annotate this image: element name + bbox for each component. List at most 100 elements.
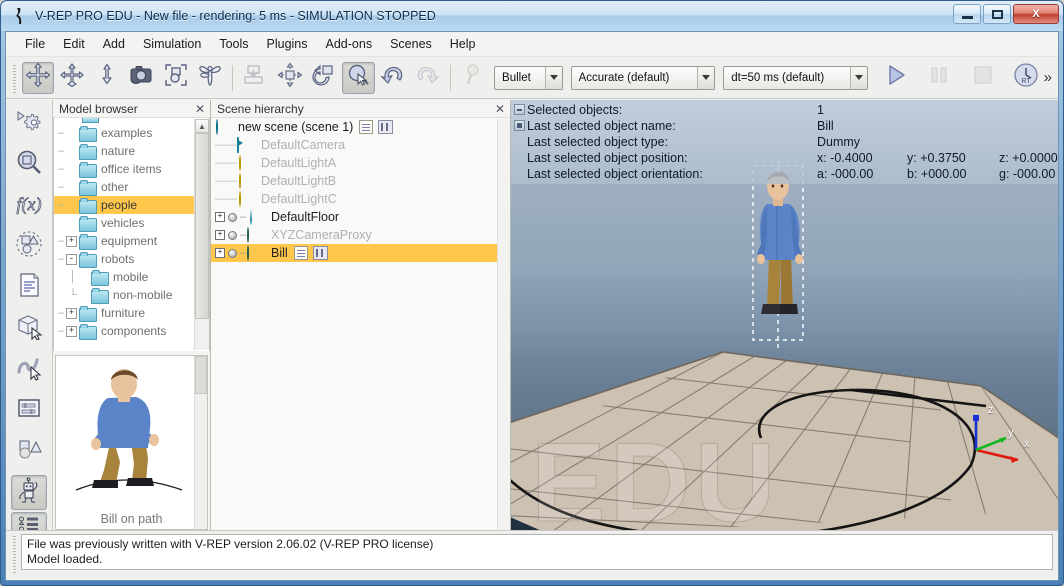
menu-item-simulation[interactable]: Simulation (134, 34, 210, 54)
menu-item-add-ons[interactable]: Add-ons (317, 34, 382, 54)
info-expand-toggle[interactable] (514, 120, 525, 131)
tree-item-non-mobile[interactable]: └ non-mobile (54, 286, 209, 304)
visibility-dot-icon[interactable] (228, 212, 237, 222)
start-simulation-button[interactable] (880, 62, 912, 94)
scrollbar-thumb[interactable] (195, 356, 207, 394)
hierarchy-item-defaultlighta[interactable]: —— DefaultLightA (211, 154, 510, 172)
path-edit-button[interactable] (11, 352, 47, 387)
model-preview-pane[interactable]: Bill on path (55, 355, 208, 530)
collection-button[interactable] (11, 229, 47, 264)
realtime-mode-button[interactable]: RT (1010, 62, 1042, 94)
minimize-button[interactable] (953, 4, 981, 24)
pause-simulation-button[interactable] (923, 62, 955, 94)
dialog-button[interactable] (11, 393, 47, 428)
object-rotate-button[interactable] (56, 62, 88, 94)
expander-icon[interactable]: + (215, 212, 225, 222)
model-browser-tree[interactable]: – examples – nature – office items – oth… (53, 118, 210, 351)
model-browser-toggle-button[interactable] (11, 475, 47, 510)
menu-item-help[interactable]: Help (441, 34, 485, 54)
3d-viewport[interactable]: EDU (511, 100, 1058, 530)
model-preview-scrollbar[interactable] (194, 356, 207, 529)
hierarchy-item-defaultlightc[interactable]: —— DefaultLightC (211, 190, 510, 208)
tree-item-components[interactable]: – + components (54, 322, 209, 340)
tree-item-equipment[interactable]: – + equipment (54, 232, 209, 250)
hierarchy-item-bill[interactable]: + – Bill (211, 244, 510, 262)
close-button[interactable]: X (1013, 4, 1059, 24)
maximize-button[interactable] (983, 4, 1011, 24)
scripts-button[interactable] (11, 270, 47, 305)
tree-item-robots[interactable]: – - robots (54, 250, 209, 268)
info-collapse-toggle[interactable] (514, 104, 525, 115)
menu-item-add[interactable]: Add (94, 34, 134, 54)
close-icon[interactable]: ✕ (192, 102, 208, 116)
main-script-icon[interactable] (359, 120, 374, 134)
tree-item-nature[interactable]: – nature (54, 142, 209, 160)
fly-camera-button[interactable] (194, 62, 226, 94)
info-value-a: a: -000.00 (817, 167, 874, 181)
menu-item-tools[interactable]: Tools (210, 34, 257, 54)
main-body: f(x) Model browser ✕ – examples – nature… (6, 100, 1058, 547)
visibility-dot-icon[interactable] (228, 248, 237, 258)
close-icon[interactable]: ✕ (492, 102, 508, 116)
hierarchy-item-xyzcameraproxy[interactable]: + – XYZCameraProxy (211, 226, 510, 244)
scrollbar-thumb[interactable] (195, 133, 209, 319)
model-browser-scrollbar[interactable]: ▲ (194, 119, 209, 350)
undo-button[interactable] (377, 62, 409, 94)
camera-shift-button[interactable] (91, 62, 123, 94)
child-script-icon[interactable] (293, 246, 308, 260)
object-shift-button[interactable] (21, 61, 55, 94)
status-bar-grip[interactable] (11, 534, 18, 574)
status-message-box[interactable]: File was previously written with V-REP v… (21, 534, 1053, 570)
menu-item-file[interactable]: File (16, 34, 54, 54)
tree-item-other[interactable]: – other (54, 178, 209, 196)
menu-item-edit[interactable]: Edit (54, 34, 94, 54)
redo-button[interactable] (411, 62, 443, 94)
tree-item-mobile[interactable]: │ mobile (54, 268, 209, 286)
menu-item-plugins[interactable]: Plugins (258, 34, 317, 54)
bill-model-3d[interactable] (743, 160, 823, 350)
tree-item-people[interactable]: – people (54, 196, 209, 214)
tree-item-vehicles[interactable]: vehicles (54, 214, 209, 232)
physics-engine-select[interactable]: Bullet (494, 65, 563, 90)
user-parameters-button[interactable]: f(x) (11, 188, 47, 223)
hierarchy-item-defaultcamera[interactable]: —— DefaultCamera (211, 136, 510, 154)
tree-item-furniture[interactable]: – + furniture (54, 304, 209, 322)
expander-icon[interactable]: + (66, 307, 77, 319)
hierarchy-item-defaultfloor[interactable]: + – DefaultFloor (211, 208, 510, 226)
engine-accuracy-select[interactable]: Accurate (default) (570, 65, 716, 90)
menu-item-scenes[interactable]: Scenes (381, 34, 441, 54)
translate-tool-button[interactable] (274, 62, 306, 94)
object-settings-icon[interactable] (312, 246, 328, 260)
chevron-down-icon[interactable] (544, 66, 562, 89)
selection-button[interactable] (342, 61, 375, 94)
camera-button[interactable] (125, 62, 157, 94)
rotate-tool-button[interactable] (308, 62, 340, 94)
chevron-down-icon-3[interactable] (849, 66, 867, 89)
stop-simulation-button[interactable] (967, 62, 999, 94)
scene-hierarchy-scrollbar[interactable] (497, 119, 510, 530)
expander-icon[interactable]: + (66, 235, 77, 247)
fit-to-view-button[interactable] (159, 62, 191, 94)
expander-icon[interactable]: + (215, 248, 225, 258)
geometry-button[interactable] (11, 434, 47, 469)
toolbar-overflow-button[interactable]: » (1044, 69, 1058, 86)
chevron-down-icon-2[interactable] (697, 66, 715, 89)
page-selector-button[interactable] (457, 62, 489, 94)
toolbar-grip[interactable] (11, 62, 18, 93)
simulation-timestep-select[interactable]: dt=50 ms (default) (723, 65, 868, 90)
shape-edit-button[interactable] (11, 311, 47, 346)
calculation-modules-button[interactable] (11, 147, 47, 182)
scene-hierarchy-tree[interactable]: new scene (scene 1) —— DefaultCamera —— … (211, 118, 510, 530)
assemble-button[interactable] (239, 62, 271, 94)
scroll-up-icon[interactable]: ▲ (195, 119, 209, 133)
scene-object-properties-button[interactable] (11, 106, 47, 141)
scene-settings-icon[interactable] (378, 120, 394, 134)
visibility-dot-icon[interactable] (228, 230, 237, 240)
collapse-icon[interactable]: - (66, 253, 77, 265)
hierarchy-item-defaultlightb[interactable]: —— DefaultLightB (211, 172, 510, 190)
expander-icon[interactable]: + (215, 230, 225, 240)
expander-icon[interactable]: + (66, 325, 77, 337)
tree-item-office-items[interactable]: – office items (54, 160, 209, 178)
tree-item-examples[interactable]: – examples (54, 124, 209, 142)
hierarchy-root-scene[interactable]: new scene (scene 1) (211, 118, 510, 136)
